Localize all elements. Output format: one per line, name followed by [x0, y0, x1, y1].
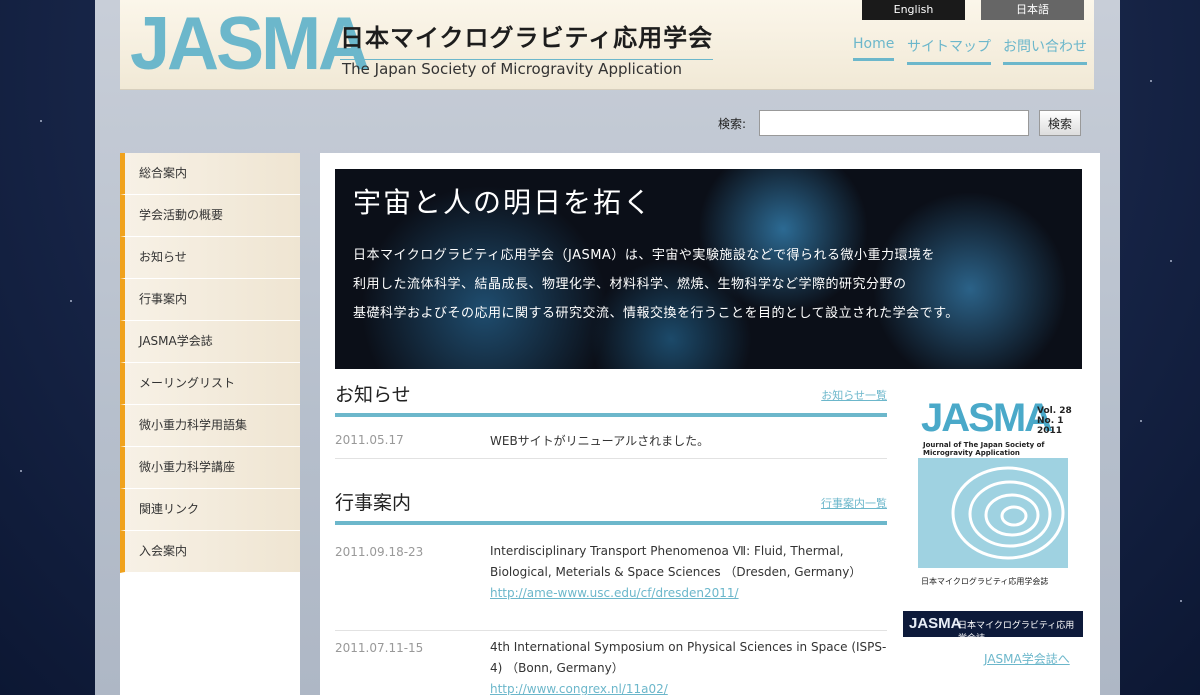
site-title-en: The Japan Society of Microgravity Applic…: [342, 60, 682, 78]
news-date: 2011.05.17: [335, 433, 404, 447]
nav-sitemap-link[interactable]: サイトマップ: [907, 36, 991, 65]
journal-banner[interactable]: JASMA 日本マイクログラビティ応用学会誌: [903, 611, 1083, 644]
star: [1170, 260, 1172, 262]
spiral-graphic: [951, 466, 1065, 560]
news-text[interactable]: WEBサイトがリニューアルされました。: [490, 431, 890, 452]
news-title: お知らせ: [335, 384, 411, 406]
search-label: 検索:: [718, 117, 747, 131]
journal-subtitle: Journal of The Japan Society of Microgra…: [923, 441, 1045, 457]
hero-line: 利用した流体科学、結晶成長、物理化学、材料科学、燃焼、生物科学など学際的研究分野…: [353, 277, 907, 292]
main-content: 宇宙と人の明日を拓く 日本マイクログラビティ応用学会（JASMA）は、宇宙や実験…: [320, 153, 1100, 695]
event-date: 2011.09.18-23: [335, 545, 424, 559]
star: [70, 300, 72, 302]
news-section-header: お知らせ お知らせ一覧: [335, 381, 887, 417]
journal-cover-art: [918, 458, 1068, 568]
sidebar-nav: 総合案内 学会活動の概要 お知らせ 行事案内 JASMA学会誌 メーリングリスト…: [120, 153, 300, 695]
nav-home-link[interactable]: Home: [853, 36, 895, 61]
hero-description: 日本マイクログラビティ応用学会（JASMA）は、宇宙や実験施設などで得られる微小…: [353, 241, 1063, 328]
sidebar-item-lectures[interactable]: 微小重力科学講座: [120, 447, 300, 489]
search-button[interactable]: 検索: [1039, 110, 1081, 136]
hero-banner: 宇宙と人の明日を拓く 日本マイクログラビティ応用学会（JASMA）は、宇宙や実験…: [335, 169, 1082, 369]
journal-link[interactable]: JASMA学会誌へ: [984, 650, 1070, 667]
sidebar-item-overview[interactable]: 学会活動の概要: [120, 195, 300, 237]
star: [1150, 80, 1152, 82]
event-row: 2011.09.18-23 Interdisciplinary Transpor…: [335, 541, 887, 631]
sidebar-item-journal[interactable]: JASMA学会誌: [120, 321, 300, 363]
hero-title: 宇宙と人の明日を拓く: [353, 186, 654, 219]
site-header: JASMA 日本マイクログラビティ応用学会 The Japan Society …: [120, 0, 1094, 90]
sidebar-item-glossary[interactable]: 微小重力科学用語集: [120, 405, 300, 447]
journal-no-text: No. 1: [1037, 416, 1064, 426]
events-title: 行事案内: [335, 492, 412, 514]
event-title: 4th International Symposium on Physical …: [490, 640, 887, 675]
event-url-link[interactable]: http://ame-www.usc.edu/cf/dresden2011/: [490, 583, 890, 604]
event-text: 4th International Symposium on Physical …: [490, 637, 890, 695]
search-input[interactable]: [759, 110, 1029, 136]
journal-vol-text: Vol. 28: [1037, 406, 1072, 416]
star: [1180, 600, 1182, 602]
event-row: 2011.07.11-15 4th International Symposiu…: [335, 637, 887, 695]
star: [20, 470, 22, 472]
site-logo[interactable]: JASMA: [130, 6, 370, 82]
star: [40, 120, 42, 122]
hero-line: 日本マイクログラビティ応用学会（JASMA）は、宇宙や実験施設などで得られる微小…: [353, 248, 936, 263]
journal-footer: 日本マイクログラビティ応用学会誌: [921, 577, 1049, 586]
event-text: Interdisciplinary Transport Phenomenoa Ⅶ…: [490, 541, 890, 604]
site-title-ja: 日本マイクログラビティ応用学会: [340, 18, 714, 60]
nav-contact-link[interactable]: お問い合わせ: [1003, 36, 1087, 65]
news-list-link[interactable]: お知らせ一覧: [821, 387, 887, 403]
journal-year-text: 2011: [1037, 426, 1063, 436]
page-container: JASMA 日本マイクログラビティ応用学会 The Japan Society …: [95, 0, 1120, 695]
sidebar-item-links[interactable]: 関連リンク: [120, 489, 300, 531]
lang-japanese-button[interactable]: 日本語: [981, 0, 1084, 20]
lang-english-button[interactable]: English: [862, 0, 965, 20]
events-list-link[interactable]: 行事案内一覧: [821, 495, 887, 511]
journal-banner-text: 日本マイクログラビティ応用学会誌: [958, 621, 1075, 644]
event-title: Interdisciplinary Transport Phenomenoa Ⅶ…: [490, 544, 862, 579]
sidebar-item-membership[interactable]: 入会案内: [120, 531, 300, 573]
events-section-header: 行事案内 行事案内一覧: [335, 489, 887, 525]
journal-banner-logo: JASMA: [909, 615, 962, 632]
news-row: 2011.05.17 WEBサイトがリニューアルされました。: [335, 433, 887, 459]
journal-cover[interactable]: JASMA Vol. 28 No. 1 2011 Journal of The …: [903, 386, 1083, 631]
event-url-link[interactable]: http://www.congrex.nl/11a02/: [490, 679, 890, 695]
event-date: 2011.07.11-15: [335, 641, 424, 655]
hero-line: 基礎科学およびその応用に関する研究交流、情報交換を行うことを目的として設立された…: [353, 306, 959, 321]
sidebar-item-events[interactable]: 行事案内: [120, 279, 300, 321]
journal-logo: JASMA: [921, 396, 1053, 440]
journal-volume: Vol. 28 No. 1 2011: [1037, 406, 1072, 436]
sidebar-item-mailing-list[interactable]: メーリングリスト: [120, 363, 300, 405]
sidebar-item-news[interactable]: お知らせ: [120, 237, 300, 279]
star: [1140, 420, 1142, 422]
sidebar-item-general[interactable]: 総合案内: [120, 153, 300, 195]
